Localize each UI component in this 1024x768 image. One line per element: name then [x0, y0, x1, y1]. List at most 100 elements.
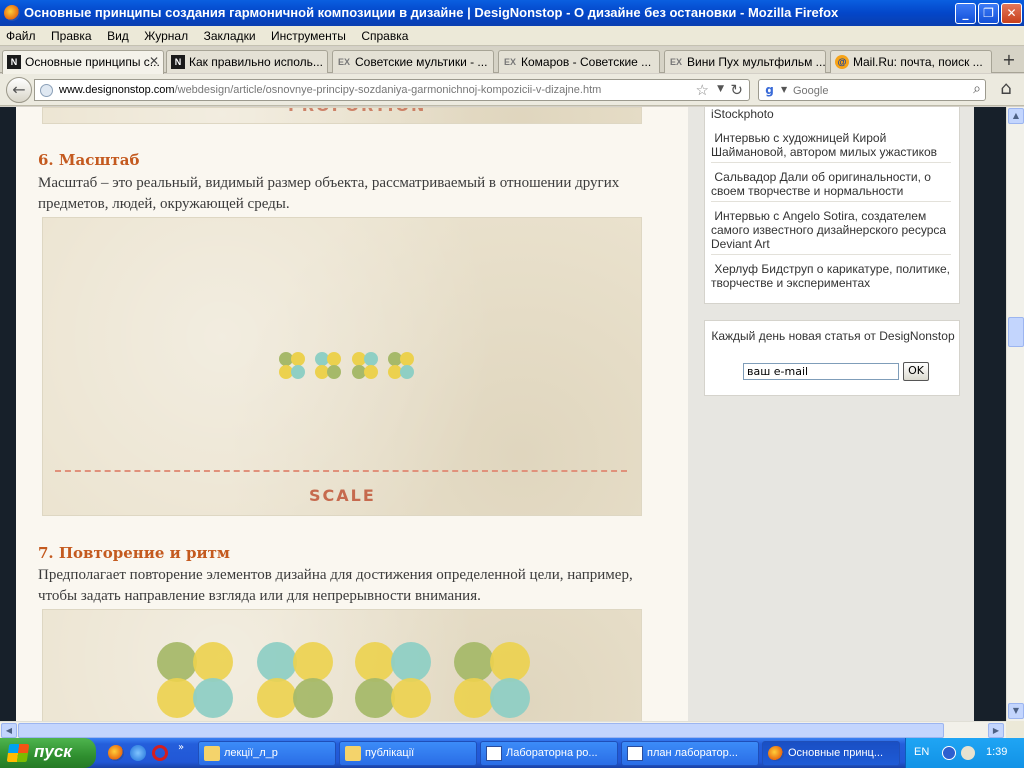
scroll-right-icon[interactable]: ▶ [988, 723, 1004, 738]
tab-label: Mail.Ru: почта, поиск ... [853, 55, 983, 69]
ie-quicklaunch-icon[interactable] [130, 745, 146, 761]
taskbar-button-publikacii[interactable]: публікації [339, 741, 477, 766]
tray-back-icon[interactable] [942, 746, 956, 760]
scroll-left-icon[interactable]: ◀ [1, 723, 17, 738]
tab-designonstop[interactable]: N Основные принципы с... ✕ [2, 50, 164, 74]
back-arrow-icon[interactable]: ← [6, 77, 32, 103]
ex-favicon-icon: EX [503, 57, 516, 67]
rhythm-dot [293, 642, 333, 682]
menu-bookmarks[interactable]: Закладки [198, 26, 262, 43]
horizontal-scrollbar[interactable]: ◀ ▶ [0, 721, 1006, 738]
scale-image: SCALE [42, 217, 642, 516]
rhythm-dot [355, 642, 395, 682]
scroll-up-icon[interactable]: ▲ [1008, 108, 1024, 124]
tab-label: Вини Пух мультфильм ... [687, 55, 826, 69]
url-path: /webdesign/article/osnovnye-principy-soz… [174, 84, 602, 96]
taskbar-button-laboratorna[interactable]: Лабораторна ро... [480, 741, 618, 766]
subscribe-ok-button[interactable]: OK [903, 362, 929, 381]
word-icon [486, 746, 502, 761]
tray-app-icon[interactable] [961, 746, 975, 760]
email-input[interactable]: ваш e-mail [743, 363, 899, 380]
tab-kak-pravilno[interactable]: N Как правильно исполь... [166, 50, 328, 73]
sidebar-partial-item[interactable]: iStockphoto [711, 107, 951, 124]
task-label: публікації [365, 747, 415, 759]
menu-tools[interactable]: Инструменты [265, 26, 352, 43]
firefox-icon [4, 5, 20, 21]
sidebar: iStockphoto Интервью с художницей Кирой … [688, 107, 974, 721]
menu-edit[interactable]: Правка [45, 26, 98, 43]
tab-mail-ru[interactable]: @ Mail.Ru: почта, поиск ... [830, 50, 992, 73]
taskbar-button-plan[interactable]: план лаборатор... [621, 741, 759, 766]
url-text[interactable]: www.designonstop.com/webdesign/article/o… [59, 84, 601, 96]
sidebar-interviews-box: iStockphoto Интервью с художницей Кирой … [704, 107, 960, 304]
repetition-image [42, 609, 642, 721]
tab-close-icon[interactable]: ✕ [149, 54, 159, 68]
close-button[interactable]: ✕ [1001, 3, 1022, 24]
section-title-repetition: 7. Повторение и ритм [38, 544, 230, 562]
opera-quicklaunch-icon[interactable] [152, 745, 168, 761]
language-indicator[interactable]: EN [914, 746, 929, 758]
scale-dot [327, 352, 341, 366]
scale-caption: SCALE [309, 486, 376, 505]
window-title-bar[interactable]: Основные принципы создания гармоничной к… [0, 0, 1024, 26]
rhythm-dot [193, 642, 233, 682]
search-engine-dropdown-icon[interactable]: ▼ [781, 85, 787, 94]
bookmark-star-icon[interactable]: ☆ [696, 81, 709, 99]
rhythm-dot [490, 678, 530, 718]
window-title: Основные принципы создания гармоничной к… [24, 5, 839, 20]
tab-label: Советские мультики - ... [355, 55, 488, 69]
word-icon [627, 746, 643, 761]
horizontal-scroll-thumb[interactable] [18, 723, 944, 738]
section-text-repetition: Предполагает повторение элементов дизайн… [38, 567, 633, 604]
globe-icon [40, 84, 53, 97]
rhythm-dot [257, 642, 297, 682]
task-label: Лабораторна ро... [506, 747, 598, 759]
task-label: Основные принц... [788, 747, 884, 759]
scale-dot [400, 352, 414, 366]
search-bar[interactable]: g ▼ ⌕ [758, 79, 986, 101]
rhythm-dot [490, 642, 530, 682]
tab-vini-puh[interactable]: EX Вини Пух мультфильм ... [664, 50, 826, 73]
sidebar-link-kira[interactable]: Интервью с художницей Кирой Шаймановой, … [711, 131, 951, 163]
taskbar-button-lekcii[interactable]: лекції_л_р [198, 741, 336, 766]
folder-icon [345, 746, 361, 761]
scroll-down-icon[interactable]: ▼ [1008, 703, 1024, 719]
menu-history[interactable]: Журнал [138, 26, 194, 43]
taskbar-button-firefox[interactable]: Основные принц... [762, 741, 900, 766]
start-button[interactable]: пуск [0, 738, 96, 768]
sidebar-link-bidstrup[interactable]: Херлуф Бидструп о карикатуре, политике, … [711, 262, 951, 293]
sidebar-link-dali[interactable]: Сальвадор Дали об оригинальности, о свое… [711, 170, 951, 202]
url-bar[interactable]: www.designonstop.com/webdesign/article/o… [34, 79, 750, 101]
sidebar-link-sotira[interactable]: Интервью с Angelo Sotira, создателем сам… [711, 209, 951, 255]
firefox-icon [768, 746, 784, 761]
tab-komarov[interactable]: EX Комаров - Советские ... [498, 50, 660, 73]
tab-label: Как правильно исполь... [189, 55, 323, 69]
menu-help[interactable]: Справка [355, 26, 414, 43]
reload-icon[interactable]: ↻ [730, 81, 743, 99]
designonstop-favicon-icon: N [171, 55, 185, 69]
menu-view[interactable]: Вид [101, 26, 135, 43]
rhythm-dot [355, 678, 395, 718]
subscribe-text: Каждый день новая статья от DesigNonstop [711, 329, 955, 343]
firefox-quicklaunch-icon[interactable] [108, 745, 124, 761]
vertical-scroll-thumb[interactable] [1008, 317, 1024, 347]
home-icon[interactable]: ⌂ [994, 79, 1018, 101]
search-icon[interactable]: ⌕ [973, 81, 981, 97]
maximize-button[interactable]: ❐ [978, 3, 999, 24]
quicklaunch-more-icon[interactable]: » [178, 742, 184, 753]
scale-dot [291, 352, 305, 366]
new-tab-icon[interactable]: + [998, 50, 1020, 72]
ex-favicon-icon: EX [669, 57, 682, 67]
minimize-button[interactable]: _ [955, 3, 976, 24]
section-text-scale: Масштаб – это реальный, видимый размер о… [38, 175, 620, 212]
folder-icon [204, 746, 220, 761]
menu-file[interactable]: Файл [0, 26, 42, 43]
scale-dot [291, 365, 305, 379]
search-input[interactable] [793, 83, 953, 98]
history-dropdown-icon[interactable]: ▼ [717, 84, 724, 94]
system-tray: EN 1:39 [905, 738, 1024, 768]
google-icon[interactable]: g [762, 83, 777, 98]
rhythm-dot [454, 678, 494, 718]
vertical-scrollbar[interactable]: ▲ ▼ [1006, 107, 1024, 721]
tab-sovetskie-multiki[interactable]: EX Советские мультики - ... [332, 50, 494, 73]
